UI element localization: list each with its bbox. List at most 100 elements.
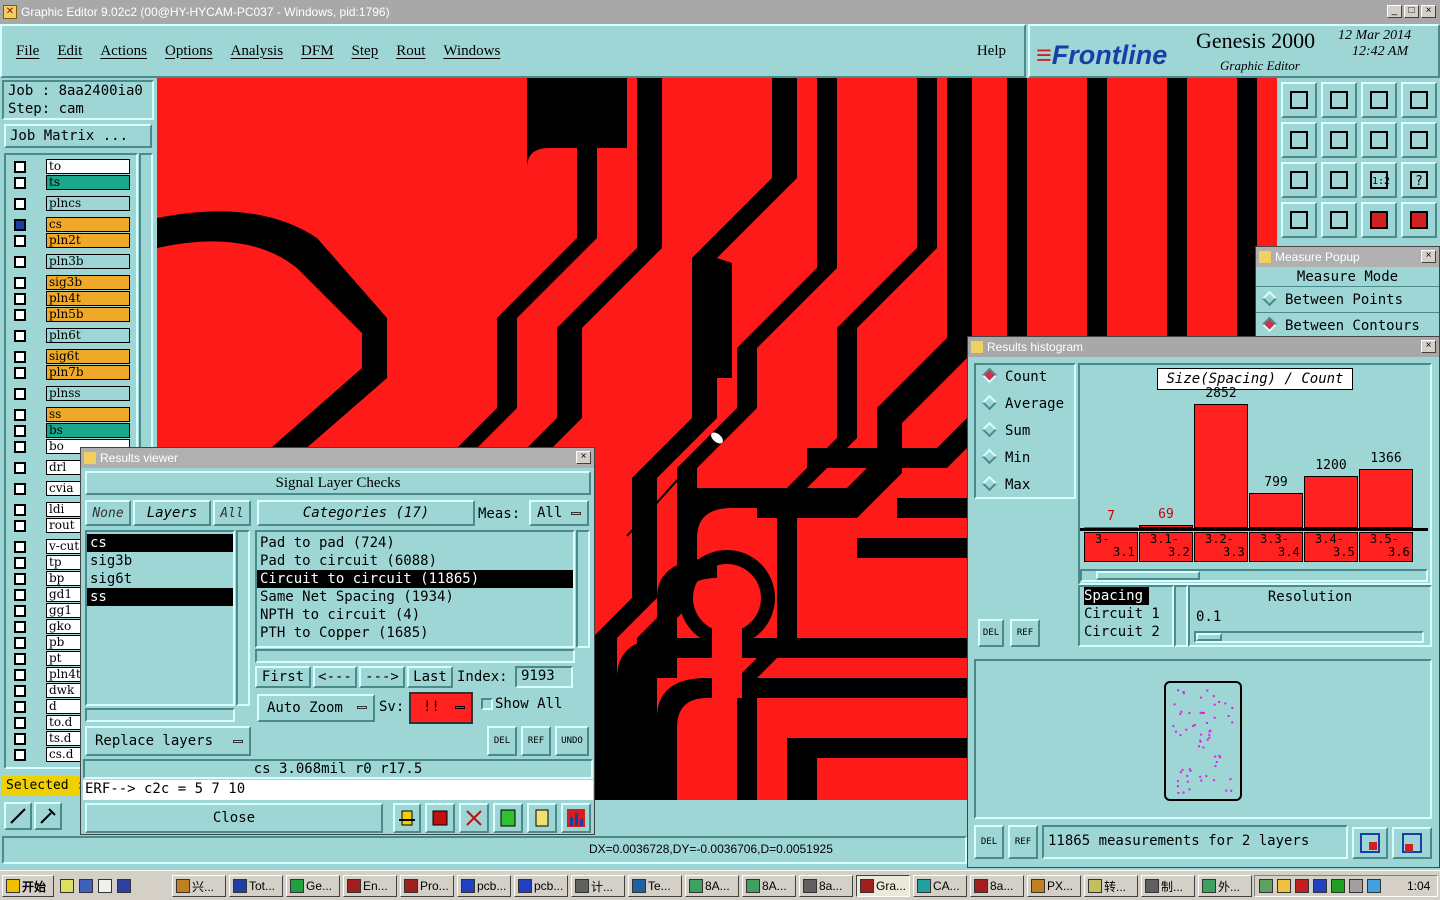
histogram-range-cell[interactable]: 3.4- 3.5 [1304,532,1358,562]
taskbar-item[interactable]: Ge... [286,875,340,897]
close-window-button[interactable]: × [1421,5,1436,18]
home-icon[interactable] [1361,82,1397,118]
option-count[interactable]: Count [976,365,1074,392]
taskbar-item[interactable]: 转... [1084,875,1138,897]
layer-checkbox[interactable] [14,351,26,363]
tray-icon[interactable] [1259,879,1273,893]
layer-row-pln3b[interactable]: pln3b [14,254,134,270]
start-button[interactable]: 开始 [2,875,54,897]
histogram-icon[interactable] [561,803,591,833]
layer-row-pln5b[interactable]: pln5b [14,307,134,323]
layer-checkbox[interactable] [14,637,26,649]
histogram-scrollbar[interactable] [1080,569,1428,582]
all-button[interactable]: All [213,500,251,526]
layer-name[interactable]: pln3b [46,254,130,269]
pan-right-icon[interactable] [1321,122,1357,158]
help-icon[interactable]: ? [1401,162,1437,198]
tray-icon[interactable] [1313,879,1327,893]
categories-button[interactable]: Categories (17) [257,500,475,526]
layer-row-sig6t[interactable]: sig6t [14,349,134,365]
layer-checkbox[interactable] [14,425,26,437]
menu-step[interactable]: Step [352,43,379,60]
sv-dropdown[interactable]: !! [409,692,473,724]
minimize-button[interactable]: _ [1387,5,1402,18]
tray-icon[interactable] [1295,879,1309,893]
taskbar-item[interactable]: 8A... [685,875,739,897]
taskbar-item[interactable]: Gra... [856,875,910,897]
layer-checkbox[interactable] [14,367,26,379]
list-item[interactable]: Circuit to circuit (11865) [257,570,573,588]
layer-checkbox[interactable] [14,309,26,321]
histogram-range-cell[interactable]: 3.2- 3.3 [1194,532,1248,562]
meas-dropdown[interactable]: All [529,500,589,526]
zoom-in-icon[interactable] [1361,122,1397,158]
circuit2-item[interactable]: Circuit 2 [1084,623,1172,641]
list-item[interactable]: NPTH to circuit (4) [257,606,573,624]
option-average[interactable]: Average [976,392,1074,419]
taskbar-item[interactable]: 制... [1141,875,1195,897]
layer-name[interactable]: plncs [46,196,130,211]
close-icon[interactable]: × [1421,340,1436,353]
list-item[interactable]: Pad to circuit (6088) [257,552,573,570]
first-button[interactable]: First [255,666,311,688]
layers-button[interactable]: Layers [133,500,211,526]
layer-row-pln4t[interactable]: pln4t [14,291,134,307]
layer-checkbox[interactable] [14,277,26,289]
layer-checkbox[interactable] [14,388,26,400]
layer-name[interactable]: pln7b [46,365,130,380]
layer-name[interactable]: pln4t [46,291,130,306]
taskbar-item[interactable]: Tot... [229,875,283,897]
layer-checkbox[interactable] [14,219,26,231]
layer-checkbox[interactable] [14,161,26,173]
layer-row-ss[interactable]: ss [14,407,134,423]
menu-windows[interactable]: Windows [443,43,500,60]
list-item[interactable]: sig6t [87,570,233,588]
pan-left-icon[interactable] [1281,122,1317,158]
taskbar-item[interactable]: PX... [1027,875,1081,897]
layer-checkbox[interactable] [14,749,26,761]
list-item[interactable]: Same Net Spacing (1934) [257,588,573,606]
layer-row-pln6t[interactable]: pln6t [14,328,134,344]
spacing-item[interactable]: Spacing [1084,587,1150,605]
list-item[interactable]: ss [87,588,233,606]
layer-name[interactable]: sig6t [46,349,130,364]
taskbar-item[interactable]: 计... [571,875,625,897]
tray-icon[interactable] [1349,879,1363,893]
layer-row-plnss[interactable]: plnss [14,386,134,402]
window-icon[interactable] [1401,82,1437,118]
next-button[interactable]: ---> [359,666,405,688]
taskbar-item[interactable]: 8A... [742,875,796,897]
layer-name[interactable]: plnss [46,386,130,401]
fit-icon[interactable] [1281,162,1317,198]
option-max[interactable]: Max [976,473,1074,500]
layer-row-cs[interactable]: cs [14,217,134,233]
replace-layers-dropdown[interactable]: Replace layers [85,726,251,756]
menu-file[interactable]: File [16,43,39,60]
document-icon[interactable] [527,803,557,833]
histogram-range-cell[interactable]: 3.5- 3.6 [1359,532,1413,562]
category-list-scrollbar[interactable] [576,530,590,648]
layer-checkbox[interactable] [14,409,26,421]
layer-list-hscrollbar[interactable] [85,708,235,722]
auto-zoom-dropdown[interactable]: Auto Zoom [257,694,375,722]
layer-results-list[interactable]: cs sig3b sig6t ss [85,530,235,706]
histogram-del-button[interactable]: DEL [978,619,1004,647]
category-list-hscrollbar[interactable] [255,649,575,663]
layer-checkbox[interactable] [14,235,26,247]
taskbar-item[interactable]: 兴... [172,875,226,897]
edit-tool-icon[interactable] [34,802,62,830]
settings-icon[interactable] [1401,202,1437,238]
circuit1-item[interactable]: Circuit 1 [1084,605,1172,623]
redraw-icon[interactable] [1401,122,1437,158]
layer-checkbox[interactable] [14,701,26,713]
histogram-range-cell[interactable]: 3.3- 3.4 [1249,532,1303,562]
histogram-del-button-2[interactable]: DEL [974,825,1004,859]
list-item[interactable]: PTH to Copper (1685) [257,624,573,642]
menu-help[interactable]: Help [977,43,1006,60]
category-list[interactable]: Pad to pad (724) Pad to circuit (6088) C… [255,530,575,648]
layer-name[interactable]: cs [46,217,130,232]
list-item[interactable]: cs [87,534,233,552]
quicklaunch-icon[interactable] [60,879,74,893]
layer-checkbox[interactable] [14,653,26,665]
between-points-option[interactable]: Between Points [1256,287,1439,313]
